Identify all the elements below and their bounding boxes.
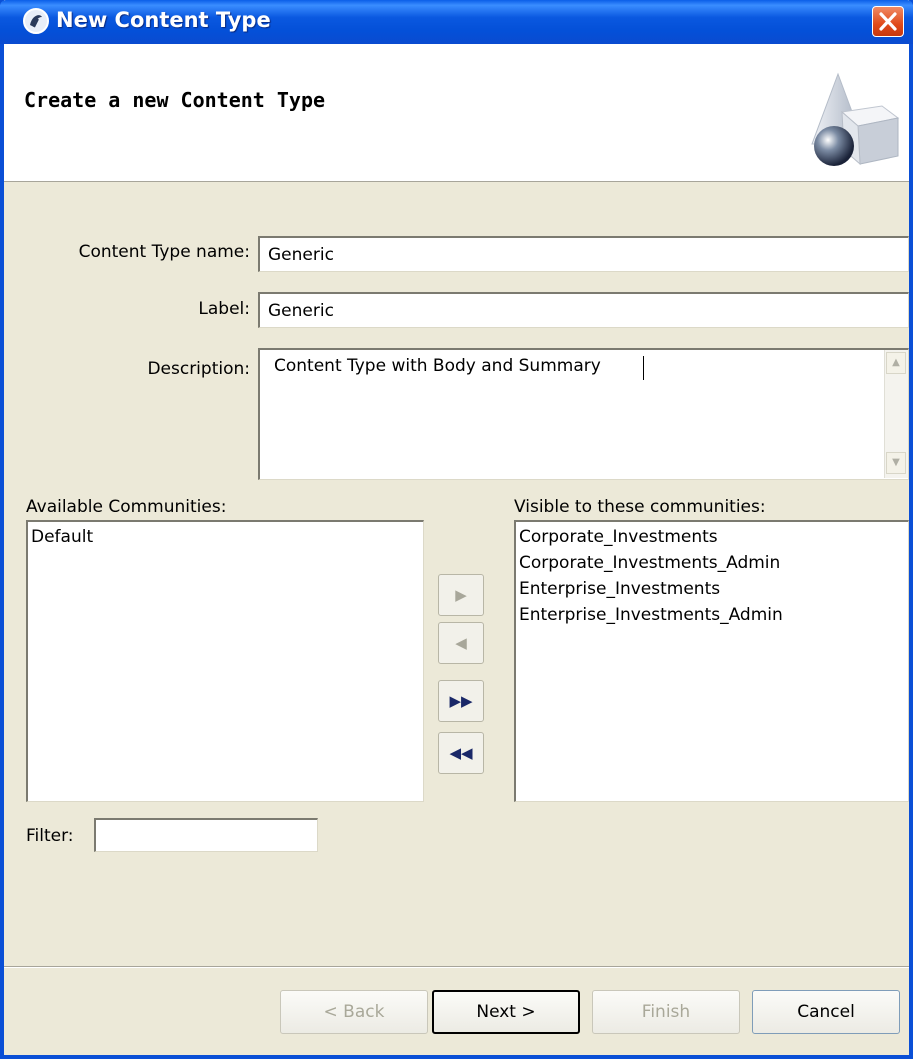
list-item[interactable]: Enterprise_Investments_Admin bbox=[519, 602, 905, 628]
app-logo-icon bbox=[23, 8, 49, 34]
arrow-right-icon: ▶ bbox=[455, 586, 467, 604]
cancel-button[interactable]: Cancel bbox=[752, 990, 900, 1034]
remove-all-communities-button[interactable]: ◀◀ bbox=[438, 732, 484, 774]
label-field-label: Label: bbox=[198, 299, 250, 319]
content-type-name-label: Content Type name: bbox=[78, 242, 250, 262]
list-item[interactable]: Enterprise_Investments bbox=[519, 576, 905, 602]
close-icon bbox=[879, 12, 897, 31]
text-cursor bbox=[643, 356, 644, 380]
banner-title: Create a new Content Type bbox=[24, 88, 326, 112]
next-button[interactable]: Next > bbox=[432, 990, 580, 1034]
label-input[interactable]: Generic bbox=[258, 292, 909, 328]
add-all-communities-button[interactable]: ▶▶ bbox=[438, 680, 484, 722]
remove-community-button[interactable]: ◀ bbox=[438, 622, 484, 664]
title-bar[interactable]: New Content Type bbox=[0, 0, 913, 44]
arrow-left-icon: ◀ bbox=[455, 634, 467, 652]
description-label: Description: bbox=[147, 359, 250, 379]
visible-communities-list[interactable]: Corporate_Investments Corporate_Investme… bbox=[514, 520, 909, 802]
filter-label: Filter: bbox=[26, 826, 74, 846]
wizard-banner: Create a new Content Type bbox=[4, 44, 909, 182]
finish-button[interactable]: Finish bbox=[592, 990, 740, 1034]
close-button[interactable] bbox=[872, 6, 904, 37]
content-type-name-input[interactable]: Generic bbox=[258, 236, 909, 272]
new-content-type-dialog: New Content Type Create a new Content Ty… bbox=[0, 0, 913, 1059]
description-scrollbar[interactable]: ▲ ▼ bbox=[884, 350, 908, 478]
add-community-button[interactable]: ▶ bbox=[438, 574, 484, 616]
shapes-graphic-icon bbox=[811, 72, 900, 166]
window-title: New Content Type bbox=[56, 8, 271, 32]
available-communities-label: Available Communities: bbox=[26, 497, 227, 517]
scroll-down-button[interactable]: ▼ bbox=[886, 452, 906, 474]
list-item[interactable]: Corporate_Investments_Admin bbox=[519, 550, 905, 576]
back-button[interactable]: < Back bbox=[280, 990, 428, 1034]
scroll-up-button[interactable]: ▲ bbox=[886, 352, 906, 374]
available-communities-list[interactable]: Default bbox=[26, 520, 424, 802]
visible-communities-label: Visible to these communities: bbox=[514, 497, 766, 517]
list-item[interactable]: Corporate_Investments bbox=[519, 524, 905, 550]
list-item[interactable]: Default bbox=[31, 524, 420, 550]
double-arrow-right-icon: ▶▶ bbox=[449, 692, 473, 710]
footer-separator bbox=[4, 966, 909, 968]
description-textarea[interactable]: Content Type with Body and Summary ▲ ▼ bbox=[258, 348, 909, 480]
filter-input[interactable] bbox=[94, 818, 318, 852]
description-text: Content Type with Body and Summary bbox=[274, 356, 601, 376]
double-arrow-left-icon: ◀◀ bbox=[449, 744, 473, 762]
